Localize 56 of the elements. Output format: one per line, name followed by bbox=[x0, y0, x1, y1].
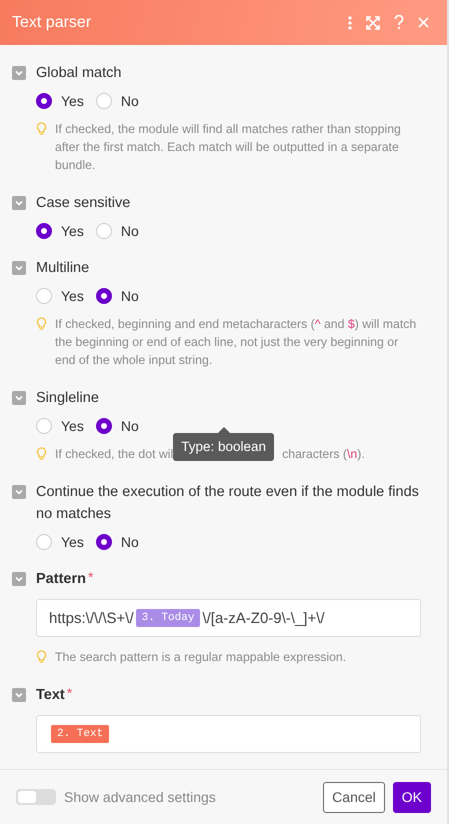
lightbulb-icon bbox=[36, 447, 47, 461]
radio-button[interactable] bbox=[96, 534, 112, 550]
expand-icon[interactable] bbox=[366, 16, 380, 30]
collapse-icon[interactable] bbox=[12, 688, 26, 702]
hint-text: characters (\n). bbox=[282, 446, 365, 463]
help-icon[interactable] bbox=[394, 15, 404, 30]
required-mark: * bbox=[66, 684, 72, 702]
field-label: Continue the execution of the route even if the module finds no matches bbox=[36, 483, 420, 524]
collapse-icon[interactable] bbox=[12, 485, 26, 499]
field-label: Pattern bbox=[36, 570, 86, 589]
mapped-value-tag: 3. Today bbox=[136, 609, 200, 627]
radio-button[interactable] bbox=[36, 223, 52, 239]
required-mark: * bbox=[88, 568, 94, 586]
cancel-button[interactable]: Cancel bbox=[323, 782, 385, 812]
collapse-icon[interactable] bbox=[12, 196, 26, 210]
radio-button[interactable] bbox=[96, 418, 112, 434]
hint-text: If checked, the module will find all matches rather than stopping after the first match. Each match will be outputted in a separate bundle. bbox=[55, 121, 402, 174]
field-label: Multiline bbox=[36, 259, 90, 278]
ok-button[interactable]: OK bbox=[392, 782, 431, 812]
field-label: Text bbox=[36, 686, 65, 705]
radio-option[interactable]: Yes bbox=[36, 93, 84, 109]
tooltip: Type: boolean bbox=[173, 433, 274, 461]
field-label: Global match bbox=[36, 64, 122, 83]
radio-button[interactable] bbox=[36, 93, 52, 109]
radio-option[interactable]: No bbox=[96, 223, 139, 239]
pattern-text: https:\/\/\S+\/ bbox=[49, 610, 134, 626]
input-field[interactable]: https:\/\/\S+\/ 3. Today \/[a-zA-Z0-9\-\_]+\/ bbox=[36, 599, 421, 637]
close-icon[interactable] bbox=[418, 17, 429, 28]
radio-option[interactable]: Yes bbox=[36, 223, 84, 239]
radio-option[interactable]: Yes bbox=[36, 534, 84, 550]
radio-option[interactable]: No bbox=[96, 93, 139, 109]
collapse-icon[interactable] bbox=[12, 66, 26, 80]
more-icon[interactable] bbox=[348, 16, 352, 30]
field-label: Case sensitive bbox=[36, 194, 130, 213]
hint-text: If checked, beginning and end metacharacters (^ and $) will match the beginning or end of each line, not just the very beginning or end of the whole input string. bbox=[55, 316, 418, 369]
radio-option[interactable]: No bbox=[96, 418, 139, 434]
radio-button[interactable] bbox=[96, 288, 112, 304]
collapse-icon[interactable] bbox=[12, 572, 26, 586]
collapse-icon[interactable] bbox=[12, 261, 26, 275]
toggle-label: Show advanced settings bbox=[64, 789, 217, 805]
radio-option[interactable]: No bbox=[96, 534, 139, 550]
radio-option[interactable]: No bbox=[96, 288, 139, 304]
mapped-value-tag: 2. Text bbox=[51, 725, 110, 743]
radio-option[interactable]: Yes bbox=[36, 418, 84, 434]
tooltip-arrow bbox=[218, 427, 230, 433]
radio-option[interactable]: Yes bbox=[36, 288, 84, 304]
collapse-icon[interactable] bbox=[12, 391, 26, 405]
field-label: Singleline bbox=[36, 389, 99, 408]
hint-text: If checked, the dot wil bbox=[55, 446, 174, 463]
lightbulb-icon bbox=[36, 122, 47, 136]
lightbulb-icon bbox=[36, 650, 47, 664]
pattern-text: \/[a-zA-Z0-9\-\_]+\/ bbox=[202, 610, 325, 626]
panel-title: Text parser bbox=[12, 14, 92, 32]
hint-text: The search pattern is a regular mappable expression. bbox=[55, 649, 348, 666]
toggle-switch[interactable] bbox=[16, 789, 56, 805]
lightbulb-icon bbox=[36, 317, 47, 331]
